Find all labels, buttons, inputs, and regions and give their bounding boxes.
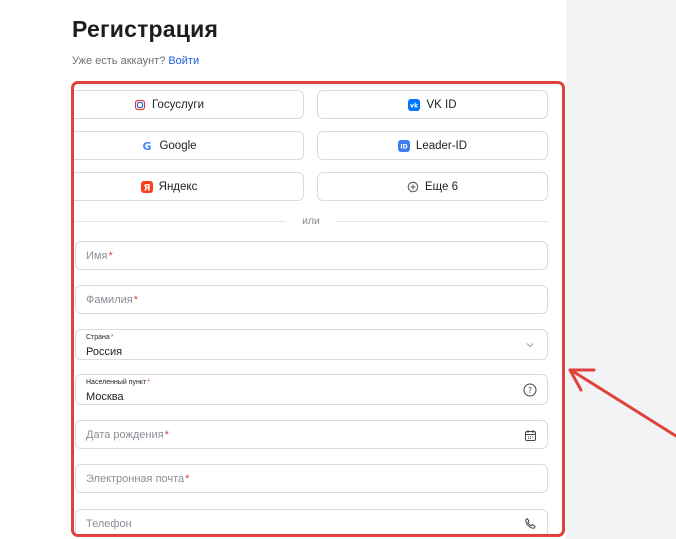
- yandex-button[interactable]: Я Яндекс: [74, 172, 304, 201]
- svg-text:?: ?: [528, 386, 532, 395]
- more-providers-button[interactable]: Еще 6: [317, 172, 548, 201]
- annotation-arrow: [568, 368, 676, 438]
- page-title: Регистрация: [72, 16, 219, 42]
- phone-placeholder: Телефон: [86, 518, 132, 530]
- google-label: Google: [159, 139, 197, 152]
- highlight-frame: Госуслуги vk VK ID G Google ID Leader-ID…: [71, 81, 565, 537]
- help-icon[interactable]: ?: [523, 383, 537, 397]
- required-mark: *: [164, 429, 169, 441]
- vk-id-label: VK ID: [426, 98, 457, 111]
- required-mark: *: [133, 294, 138, 306]
- birth-date-input[interactable]: Дата рождения*: [75, 420, 548, 449]
- last-name-placeholder: Фамилия*: [86, 294, 138, 306]
- gosuslugi-button[interactable]: Госуслуги: [74, 90, 304, 119]
- login-link[interactable]: Войти: [168, 55, 199, 67]
- svg-text:G: G: [143, 140, 152, 152]
- email-placeholder: Электронная почта*: [86, 473, 190, 485]
- phone-input[interactable]: Телефон: [75, 509, 548, 534]
- city-input[interactable]: Населенный пункт* Москва ?: [75, 374, 548, 405]
- calendar-icon[interactable]: [523, 428, 537, 442]
- yandex-label: Яндекс: [158, 180, 198, 193]
- first-name-placeholder: Имя*: [86, 250, 113, 262]
- gosuslugi-label: Госуслуги: [151, 98, 205, 111]
- plus-circle-icon: [407, 181, 419, 193]
- birth-date-placeholder: Дата рождения*: [86, 429, 169, 441]
- leader-id-button[interactable]: ID Leader-ID: [317, 131, 548, 160]
- svg-text:ID: ID: [400, 143, 407, 150]
- chevron-down-icon: [523, 338, 537, 352]
- country-label: Страна*: [86, 334, 114, 341]
- google-icon: G: [141, 140, 153, 152]
- city-label: Населенный пункт*: [86, 379, 150, 386]
- first-name-input[interactable]: Имя*: [75, 241, 548, 270]
- country-select[interactable]: Страна* Россия: [75, 329, 548, 360]
- leader-id-icon: ID: [397, 139, 410, 152]
- svg-text:vk: vk: [411, 102, 420, 109]
- login-prompt: Уже есть аккаунт? Войти: [72, 55, 199, 67]
- svg-text:Я: Я: [143, 183, 150, 193]
- divider-text: или: [286, 215, 336, 227]
- phone-icon: [523, 516, 537, 530]
- vk-icon: vk: [408, 98, 421, 111]
- vk-id-button[interactable]: vk VK ID: [317, 90, 548, 119]
- more-providers-label: Еще 6: [425, 180, 458, 193]
- google-button[interactable]: G Google: [74, 131, 304, 160]
- email-input[interactable]: Электронная почта*: [75, 464, 548, 493]
- leader-id-label: Leader-ID: [415, 139, 468, 152]
- registration-form: Госуслуги vk VK ID G Google ID Leader-ID…: [74, 84, 562, 534]
- yandex-icon: Я: [140, 180, 153, 193]
- login-prompt-text: Уже есть аккаунт?: [72, 55, 166, 67]
- required-mark: *: [185, 473, 190, 485]
- country-value: Россия: [86, 346, 123, 358]
- required-mark: *: [108, 250, 113, 262]
- gosuslugi-icon: [134, 99, 146, 111]
- city-value: Москва: [86, 391, 124, 403]
- last-name-input[interactable]: Фамилия*: [75, 285, 548, 314]
